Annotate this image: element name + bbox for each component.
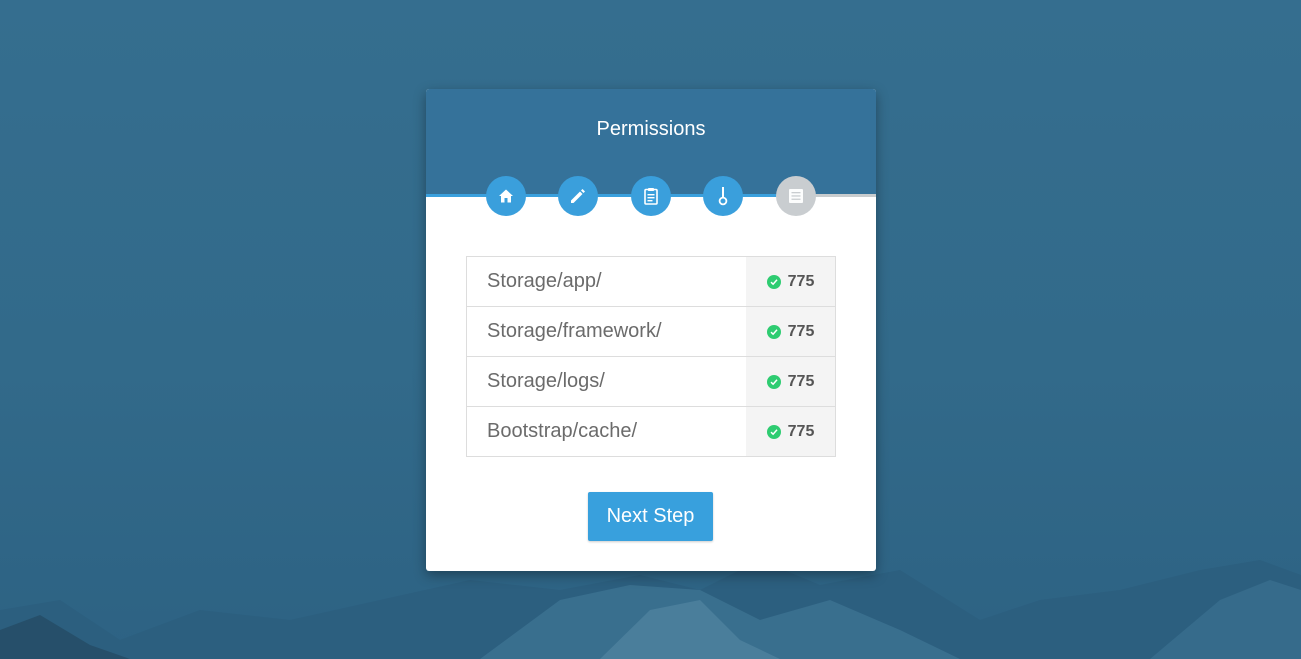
permission-value: 775	[787, 272, 815, 290]
check-circle-icon	[766, 274, 781, 289]
list-icon	[789, 189, 803, 203]
step-welcome[interactable]	[486, 176, 526, 216]
step-permissions[interactable]	[703, 176, 743, 216]
permission-value: 775	[787, 372, 815, 390]
check-circle-icon	[766, 424, 781, 439]
permissions-table: Storage/app/ 775 Storage/framework/ 775 …	[466, 256, 836, 457]
permission-status: 775	[746, 407, 835, 456]
permission-status: 775	[746, 307, 835, 356]
table-row: Storage/app/ 775	[467, 257, 835, 306]
permission-status: 775	[746, 257, 835, 306]
permission-path: Storage/logs/	[487, 370, 605, 392]
pencil-icon	[571, 189, 585, 203]
check-circle-icon	[766, 324, 781, 339]
permission-path: Storage/app/	[487, 270, 602, 292]
table-row: Storage/logs/ 775	[467, 356, 835, 406]
next-step-button[interactable]: Next Step	[588, 492, 713, 541]
installer-card: Permissions Storage/app/ 775 Storage/fra…	[426, 89, 876, 571]
page-title: Permissions	[596, 118, 706, 140]
check-circle-icon	[766, 374, 781, 389]
permission-status: 775	[746, 357, 835, 406]
permission-value: 775	[787, 322, 815, 340]
table-row: Storage/framework/ 775	[467, 306, 835, 356]
key-icon	[718, 187, 728, 206]
clipboard-icon	[644, 188, 658, 205]
step-requirements[interactable]	[631, 176, 671, 216]
home-icon	[499, 189, 513, 203]
permission-path: Storage/framework/	[487, 320, 662, 342]
permission-path: Bootstrap/cache/	[487, 420, 638, 442]
table-row: Bootstrap/cache/ 775	[467, 406, 835, 456]
permission-value: 775	[787, 422, 815, 440]
step-environment[interactable]	[558, 176, 598, 216]
step-database[interactable]	[776, 176, 816, 216]
